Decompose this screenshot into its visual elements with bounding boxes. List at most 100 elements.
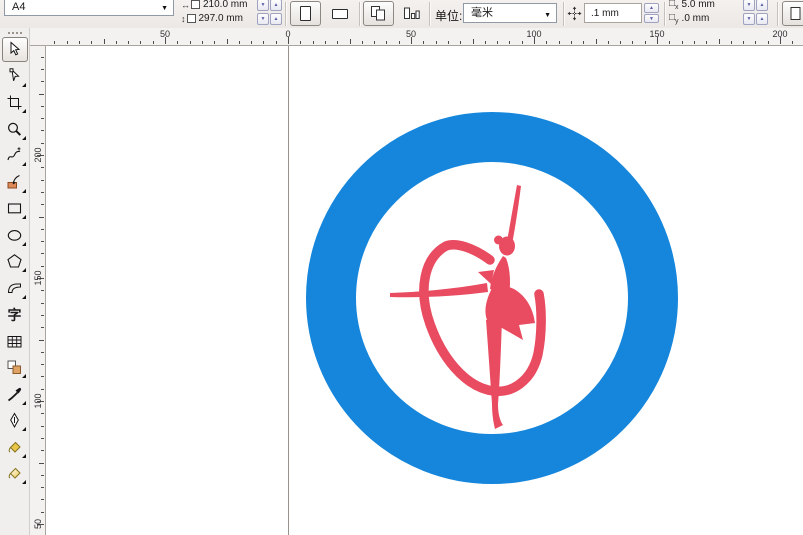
paper-size-dropdown[interactable]: A4 ▼ bbox=[4, 0, 174, 16]
ruler-tick bbox=[681, 41, 683, 44]
canvas[interactable] bbox=[46, 46, 803, 535]
tool-basic-shapes-tool[interactable] bbox=[2, 276, 28, 301]
tool-zoom-tool[interactable] bbox=[2, 117, 28, 142]
duplicate-distance-y-field[interactable]: □y .0 mm bbox=[669, 12, 709, 25]
ruler-tick bbox=[361, 41, 363, 44]
coreldraw-window: A4 ▼ ↔ 210.0 mm ↕ 297.0 mm ▼ ▲ ▼ ▲ 单位: 毫… bbox=[0, 0, 803, 535]
spin-up-button[interactable]: ▲ bbox=[756, 13, 768, 25]
paper-height-value: 297.0 mm bbox=[198, 13, 243, 24]
tool-rectangle-tool[interactable] bbox=[2, 196, 28, 221]
ruler-tick bbox=[115, 41, 117, 44]
spin-down-button[interactable]: ▼ bbox=[743, 0, 755, 11]
ruler-label: 100 bbox=[33, 393, 43, 409]
vertical-ruler[interactable]: 200 150 100 50 bbox=[30, 46, 46, 535]
ruler-tick bbox=[41, 142, 44, 144]
flyout-indicator bbox=[21, 162, 26, 166]
spin-up-button[interactable]: ▲ bbox=[270, 0, 282, 11]
ruler-tick bbox=[521, 41, 523, 44]
all-pages-button[interactable] bbox=[363, 1, 394, 26]
current-page-button[interactable] bbox=[396, 1, 427, 26]
ruler-tick bbox=[54, 41, 56, 44]
ruler-tick bbox=[41, 265, 44, 267]
ruler-tick bbox=[41, 437, 44, 439]
portrait-orientation-button[interactable] bbox=[290, 1, 321, 26]
tool-interactive-fill-tool[interactable] bbox=[2, 461, 28, 486]
tool-eyedropper-tool[interactable] bbox=[2, 382, 28, 407]
tool-crop-tool[interactable] bbox=[2, 90, 28, 115]
ruler-tick bbox=[41, 167, 44, 169]
ruler-tick bbox=[472, 39, 474, 44]
ruler-label: 150 bbox=[33, 270, 43, 286]
ruler-label: 100 bbox=[526, 29, 542, 39]
tool-freehand-tool[interactable] bbox=[2, 143, 28, 168]
spin-down-button[interactable]: ▼ bbox=[644, 13, 659, 23]
spin-up-button[interactable]: ▲ bbox=[270, 13, 282, 25]
paper-width-field[interactable]: ↔ 210.0 mm bbox=[181, 0, 247, 11]
tool-blend-tool[interactable] bbox=[2, 355, 28, 380]
ruler-tick bbox=[435, 41, 437, 44]
landscape-icon bbox=[331, 8, 348, 19]
tool-ellipse-tool[interactable] bbox=[2, 223, 28, 248]
tool-outline-pen-tool[interactable] bbox=[2, 408, 28, 433]
nudge-distance-field[interactable]: .1 mm bbox=[584, 3, 642, 23]
flyout-indicator bbox=[21, 294, 26, 299]
options-button[interactable] bbox=[782, 1, 803, 26]
ruler-tick bbox=[41, 241, 44, 243]
dropdown-arrow-icon[interactable]: ▼ bbox=[544, 12, 551, 19]
spin-down-button[interactable]: ▼ bbox=[257, 13, 269, 25]
tool-fill-tool[interactable] bbox=[2, 435, 28, 460]
ruler-tick bbox=[238, 41, 240, 44]
ruler-tick bbox=[91, 41, 93, 44]
ruler-tick bbox=[632, 41, 634, 44]
ruler-tick bbox=[41, 388, 44, 390]
toolbox-grip[interactable] bbox=[7, 32, 22, 34]
ruler-tick bbox=[103, 39, 105, 44]
ruler-tick bbox=[41, 327, 44, 329]
ruler-tick bbox=[558, 41, 560, 44]
dance-logo-artwork[interactable] bbox=[306, 112, 678, 484]
ruler-label: 200 bbox=[772, 29, 788, 39]
ruler-tick bbox=[337, 41, 339, 44]
ruler-tick bbox=[644, 41, 646, 44]
units-label: 单位: bbox=[435, 9, 463, 23]
landscape-orientation-button[interactable] bbox=[324, 1, 355, 26]
horizontal-ruler[interactable]: 50 0 50 100 150 200 bbox=[30, 28, 803, 46]
tool-table-tool[interactable] bbox=[2, 329, 28, 354]
spin-up-button[interactable]: ▲ bbox=[756, 0, 768, 11]
ruler-tick bbox=[312, 41, 314, 44]
ruler-tick bbox=[792, 41, 794, 44]
ruler-tick bbox=[583, 41, 585, 44]
tool-polygon-tool[interactable] bbox=[2, 249, 28, 274]
ruler-tick bbox=[39, 93, 44, 95]
ruler-tick bbox=[497, 41, 499, 44]
flyout-indicator bbox=[21, 135, 26, 140]
ruler-tick bbox=[620, 41, 622, 44]
spin-down-button[interactable]: ▼ bbox=[257, 0, 269, 11]
dropdown-arrow-icon[interactable]: ▼ bbox=[161, 5, 168, 12]
duplicate-y-value: .0 mm bbox=[681, 13, 710, 24]
ruler-tick bbox=[41, 105, 44, 107]
flyout-indicator bbox=[21, 268, 26, 272]
spin-down-button[interactable]: ▼ bbox=[743, 13, 755, 25]
ruler-tick bbox=[39, 462, 44, 464]
duplicate-distance-x-field[interactable]: □x 5.0 mm bbox=[669, 0, 715, 11]
flyout-indicator bbox=[21, 215, 26, 219]
ruler-tick bbox=[201, 41, 203, 44]
ruler-tick bbox=[41, 450, 44, 452]
ruler-tick bbox=[767, 41, 769, 44]
tool-text-tool[interactable]: 字 bbox=[2, 302, 28, 327]
tool-smart-fill-tool[interactable] bbox=[2, 170, 28, 195]
spin-up-button[interactable]: ▲ bbox=[644, 3, 659, 13]
ruler-tick bbox=[39, 216, 44, 218]
separator bbox=[563, 2, 564, 26]
ruler-tick bbox=[41, 130, 44, 132]
separator bbox=[285, 2, 286, 26]
units-dropdown[interactable]: 毫米 ▼ bbox=[463, 3, 557, 23]
ruler-tick bbox=[300, 41, 302, 44]
paper-height-field[interactable]: ↕ 297.0 mm bbox=[181, 12, 243, 25]
ruler-tick bbox=[386, 41, 388, 44]
tool-shape-tool[interactable] bbox=[2, 64, 28, 89]
ruler-tick bbox=[570, 41, 572, 44]
tool-pick-tool[interactable] bbox=[1, 37, 28, 62]
nudge-offset-icon bbox=[567, 6, 582, 21]
